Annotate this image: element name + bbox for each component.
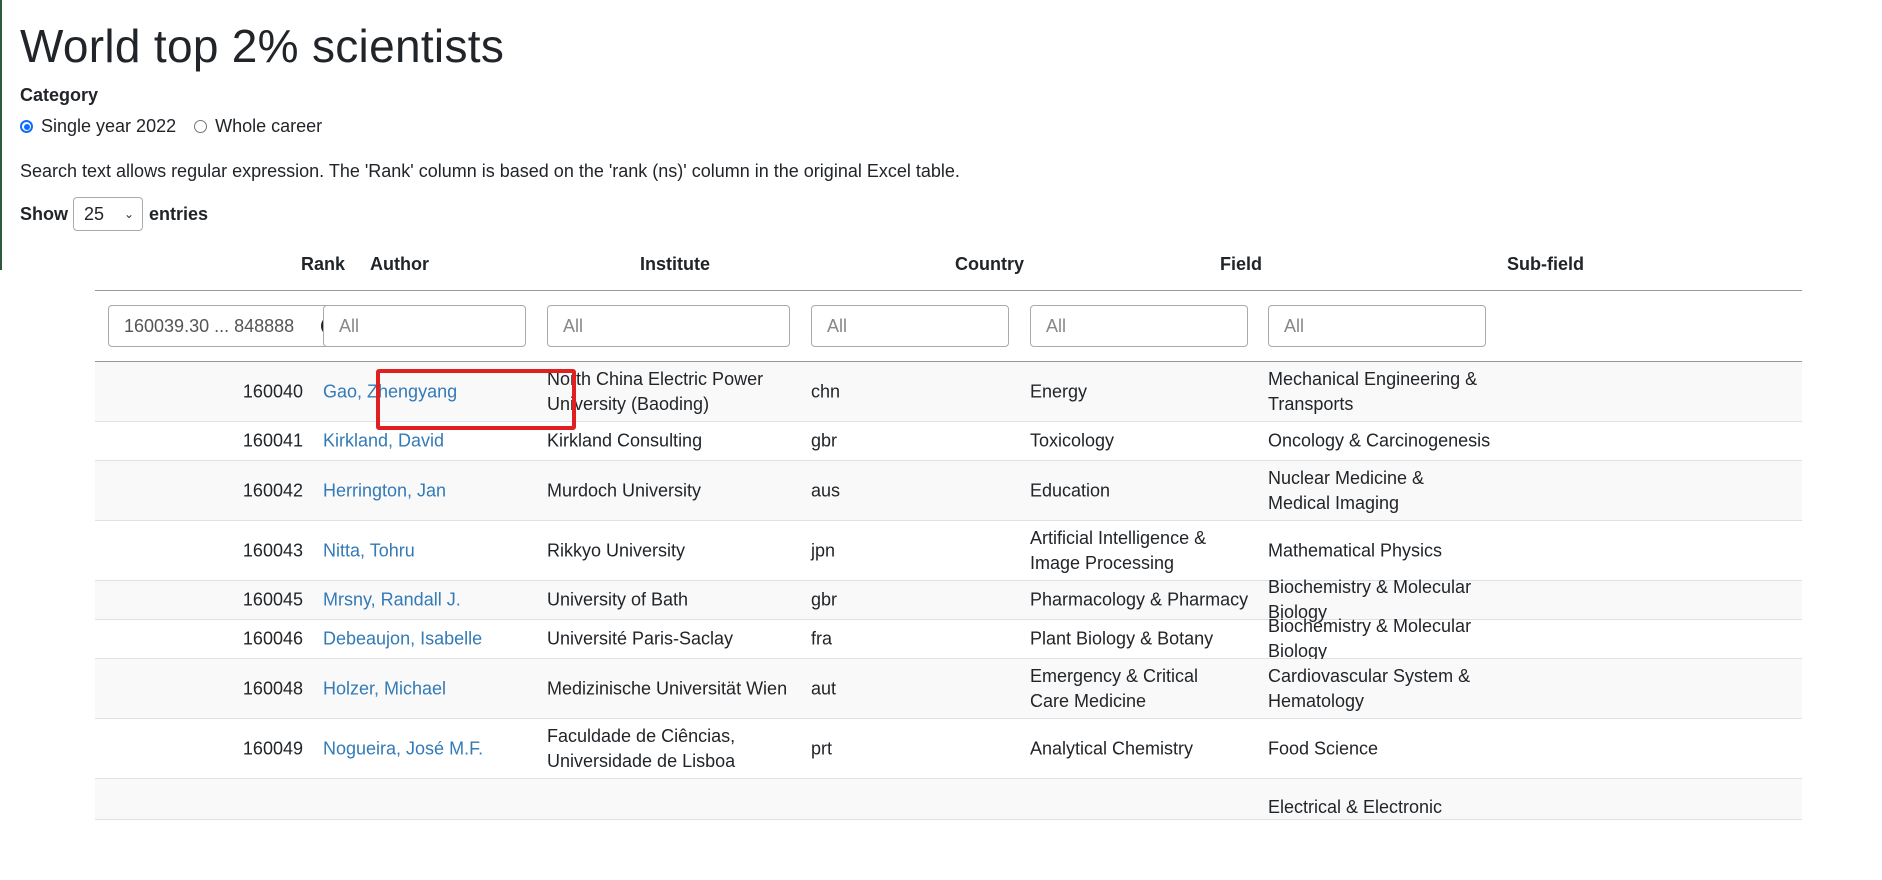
- cell-rank: 160048: [242, 678, 303, 698]
- author-link[interactable]: Mrsny, Randall J.: [323, 590, 461, 610]
- cell-institute: Murdoch University: [547, 480, 702, 500]
- cell-rank: 160045: [242, 589, 303, 610]
- category-radio-group: Single year 2022 Whole career: [20, 116, 340, 137]
- table-row: 160043 Nitta, Tohru Rikkyo University jp…: [95, 521, 1802, 581]
- radio-whole-career-label: Whole career: [215, 116, 323, 136]
- radio-single-year[interactable]: Single year 2022: [20, 116, 176, 137]
- chevron-down-icon: ⌄: [123, 207, 134, 221]
- cell-field: Plant Biology & Botany: [1030, 628, 1214, 649]
- cell-field: Emergency & Critical Care Medicine: [1030, 665, 1199, 711]
- cell-institute: Medizinische Universität Wien: [547, 678, 788, 698]
- cell-rank: 160040: [242, 381, 303, 401]
- cell-subfield: Mechanical Engineering & Transports: [1268, 368, 1478, 414]
- cell-subfield: Oncology & Carcinogenesis: [1268, 430, 1491, 451]
- cell-author: Gao, Zhengyang: [323, 379, 457, 404]
- author-link[interactable]: Gao, Zhengyang: [323, 381, 457, 401]
- cell-country: aus: [811, 480, 841, 500]
- table-row: Electrical & Electronic: [95, 779, 1802, 820]
- cell-subfield: Food Science: [1268, 738, 1379, 758]
- entries-select-value: 25: [84, 203, 105, 224]
- scientists-table: Rank Author Institute Country Field Sub-…: [95, 240, 1802, 820]
- entries-label: entries: [149, 203, 209, 224]
- table-row: 160040 Gao, Zhengyang North China Electr…: [95, 362, 1802, 422]
- author-filter-input[interactable]: All: [323, 305, 526, 347]
- left-edge-divider: [0, 0, 2, 270]
- subfield-filter-input[interactable]: All: [1268, 305, 1486, 347]
- cell-rank: 160042: [242, 480, 303, 500]
- radio-whole-career-circle[interactable]: [194, 120, 208, 133]
- field-filter-input[interactable]: All: [1030, 305, 1248, 347]
- header-institute[interactable]: Institute: [640, 252, 940, 277]
- cell-subfield: Biochemistry & Molecular Biology: [1268, 616, 1472, 661]
- header-country[interactable]: Country: [955, 252, 1024, 277]
- cell-country: fra: [811, 628, 833, 649]
- header-subfield[interactable]: Sub-field: [1507, 252, 1797, 277]
- cell-subfield: Nuclear Medicine & Medical Imaging: [1268, 467, 1425, 513]
- table-row: 160049 Nogueira, José M.F. Faculdade de …: [95, 719, 1802, 779]
- cell-rank: 160041: [242, 430, 303, 451]
- cell-subfield: Mathematical Physics: [1268, 540, 1443, 560]
- cell-author: Herrington, Jan: [323, 478, 446, 503]
- cell-institute: North China Electric Power University (B…: [547, 368, 764, 414]
- table-row: 160046 Debeaujon, Isabelle Université Pa…: [95, 616, 1802, 661]
- cell-institute: Faculdade de Ciências, Universidade de L…: [547, 725, 736, 771]
- author-link[interactable]: Nogueira, José M.F.: [323, 738, 483, 758]
- rank-range-filter[interactable]: 160039.30 ... 848888 ×: [108, 305, 350, 347]
- cell-rank: 160046: [242, 628, 303, 649]
- radio-single-year-circle[interactable]: [20, 120, 33, 133]
- author-link[interactable]: Kirkland, David: [323, 431, 444, 451]
- cell-author: Nogueira, José M.F.: [323, 736, 483, 761]
- cell-field: Education: [1030, 480, 1111, 500]
- entries-length-control: Show 25 ⌄ entries: [20, 197, 208, 231]
- category-label: Category: [20, 85, 99, 105]
- cell-subfield: Electrical & Electronic: [1268, 797, 1443, 817]
- rank-range-filter-value: 160039.30 ... 848888: [124, 315, 295, 336]
- table-header-row: Rank Author Institute Country Field Sub-…: [95, 240, 1802, 291]
- cell-field: Artificial Intelligence & Image Processi…: [1030, 527, 1207, 573]
- cell-subfield: Cardiovascular System & Hematology: [1268, 665, 1471, 711]
- entries-select[interactable]: 25 ⌄: [73, 197, 143, 231]
- country-filter-input[interactable]: All: [811, 305, 1009, 347]
- show-label: Show: [20, 203, 68, 224]
- header-author[interactable]: Author: [370, 252, 429, 277]
- cell-country: prt: [811, 738, 833, 758]
- author-link[interactable]: Debeaujon, Isabelle: [323, 629, 482, 649]
- cell-author: Mrsny, Randall J.: [323, 588, 461, 613]
- radio-whole-career[interactable]: Whole career: [194, 116, 322, 137]
- table-row: 160042 Herrington, Jan Murdoch Universit…: [95, 461, 1802, 521]
- cell-country: jpn: [811, 540, 836, 560]
- cell-country: chn: [811, 381, 841, 401]
- cell-institute: Rikkyo University: [547, 540, 686, 560]
- cell-country: gbr: [811, 430, 838, 451]
- author-link[interactable]: Holzer, Michael: [323, 678, 446, 698]
- cell-field: Analytical Chemistry: [1030, 738, 1194, 758]
- cell-author: Debeaujon, Isabelle: [323, 627, 482, 652]
- cell-field: Pharmacology & Pharmacy: [1030, 589, 1249, 610]
- info-text: Search text allows regular expression. T…: [20, 161, 960, 181]
- table-row: 160045 Mrsny, Randall J. University of B…: [95, 577, 1802, 622]
- header-rank[interactable]: Rank: [145, 252, 345, 277]
- institute-filter-input[interactable]: All: [547, 305, 790, 347]
- page-title: World top 2% scientists: [20, 20, 505, 72]
- cell-rank: 160043: [242, 540, 303, 560]
- author-link[interactable]: Nitta, Tohru: [323, 540, 415, 560]
- cell-institute: Université Paris-Saclay: [547, 628, 734, 649]
- author-link[interactable]: Herrington, Jan: [323, 480, 446, 500]
- cell-author: Kirkland, David: [323, 429, 444, 454]
- header-field[interactable]: Field: [1220, 252, 1480, 277]
- cell-field: Energy: [1030, 381, 1088, 401]
- cell-country: gbr: [811, 589, 838, 610]
- cell-rank: 160049: [242, 738, 303, 758]
- radio-single-year-label: Single year 2022: [41, 116, 177, 136]
- table-filter-row: 160039.30 ... 848888 × All All All All A…: [95, 291, 1802, 362]
- table-row: 160041 Kirkland, David Kirkland Consulti…: [95, 422, 1802, 461]
- cell-field: Toxicology: [1030, 430, 1115, 451]
- cell-institute: University of Bath: [547, 589, 689, 610]
- cell-institute: Kirkland Consulting: [547, 430, 703, 451]
- cell-author: Holzer, Michael: [323, 676, 446, 701]
- cell-country: aut: [811, 678, 837, 698]
- table-row: 160048 Holzer, Michael Medizinische Univ…: [95, 659, 1802, 719]
- cell-author: Nitta, Tohru: [323, 538, 415, 563]
